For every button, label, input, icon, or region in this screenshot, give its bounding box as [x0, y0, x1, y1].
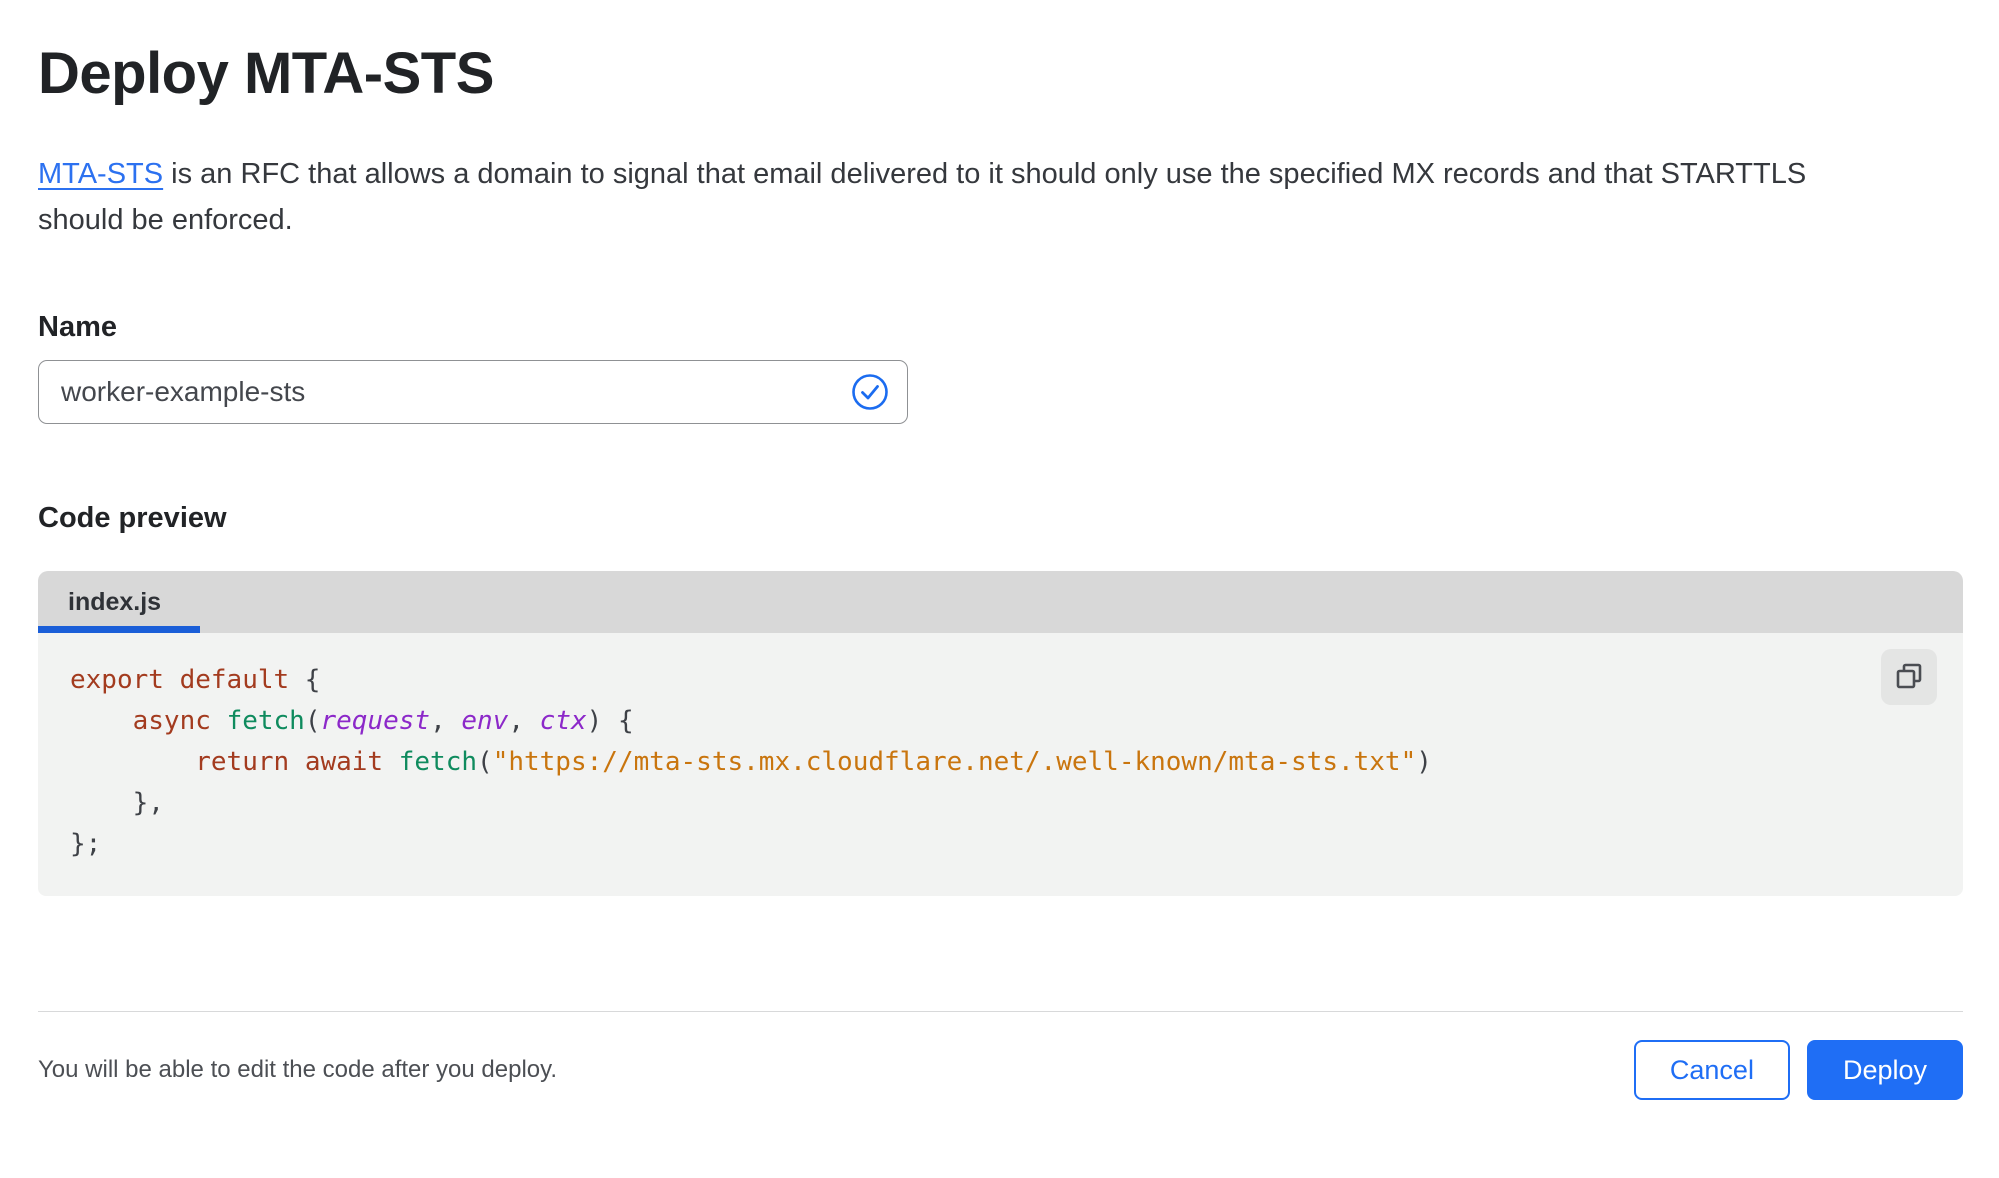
code-preview-label: Code preview	[38, 502, 227, 534]
footer-divider	[38, 1011, 1963, 1012]
code-line: };	[70, 829, 102, 859]
code-line: return await fetch("https://mta-sts.mx.c…	[195, 747, 1432, 777]
tab-index-js[interactable]: index.js	[38, 571, 200, 633]
code-tabbar: index.js	[38, 571, 1963, 633]
code-editor-area: export default { async fetch(request, en…	[38, 633, 1963, 896]
name-label: Name	[38, 311, 117, 343]
code-preview-block: index.js export default { async fetch(re…	[38, 571, 1963, 896]
mta-sts-link[interactable]: MTA-STS	[38, 158, 163, 190]
page-title: Deploy MTA-STS	[38, 41, 494, 106]
code-line: export default {	[70, 665, 321, 695]
code-line: },	[70, 788, 164, 818]
footer: You will be able to edit the code after …	[38, 1040, 1963, 1100]
cancel-button[interactable]: Cancel	[1633, 1040, 1790, 1100]
check-circle-icon	[850, 372, 890, 412]
copy-icon	[1896, 663, 1922, 692]
description: MTA-STS is an RFC that allows a domain t…	[38, 151, 1963, 243]
code-line: async fetch(request, env, ctx) {	[132, 706, 634, 736]
footer-note: You will be able to edit the code after …	[38, 1056, 558, 1083]
description-line1: is an RFC that allows a domain to signal…	[163, 158, 1807, 190]
deploy-button[interactable]: Deploy	[1806, 1040, 1963, 1100]
deploy-mta-sts-page: Deploy MTA-STS MTA-STS is an RFC that al…	[0, 40, 1999, 1100]
footer-actions: Cancel Deploy	[1633, 1040, 1963, 1100]
tab-label: index.js	[68, 587, 162, 616]
active-tab-indicator	[38, 626, 200, 633]
code-content: export default { async fetch(request, en…	[70, 660, 1931, 865]
copy-code-button[interactable]	[1881, 649, 1937, 705]
name-input-wrap	[38, 360, 908, 424]
name-input[interactable]	[38, 360, 908, 424]
description-line2: should be enforced.	[38, 204, 293, 236]
